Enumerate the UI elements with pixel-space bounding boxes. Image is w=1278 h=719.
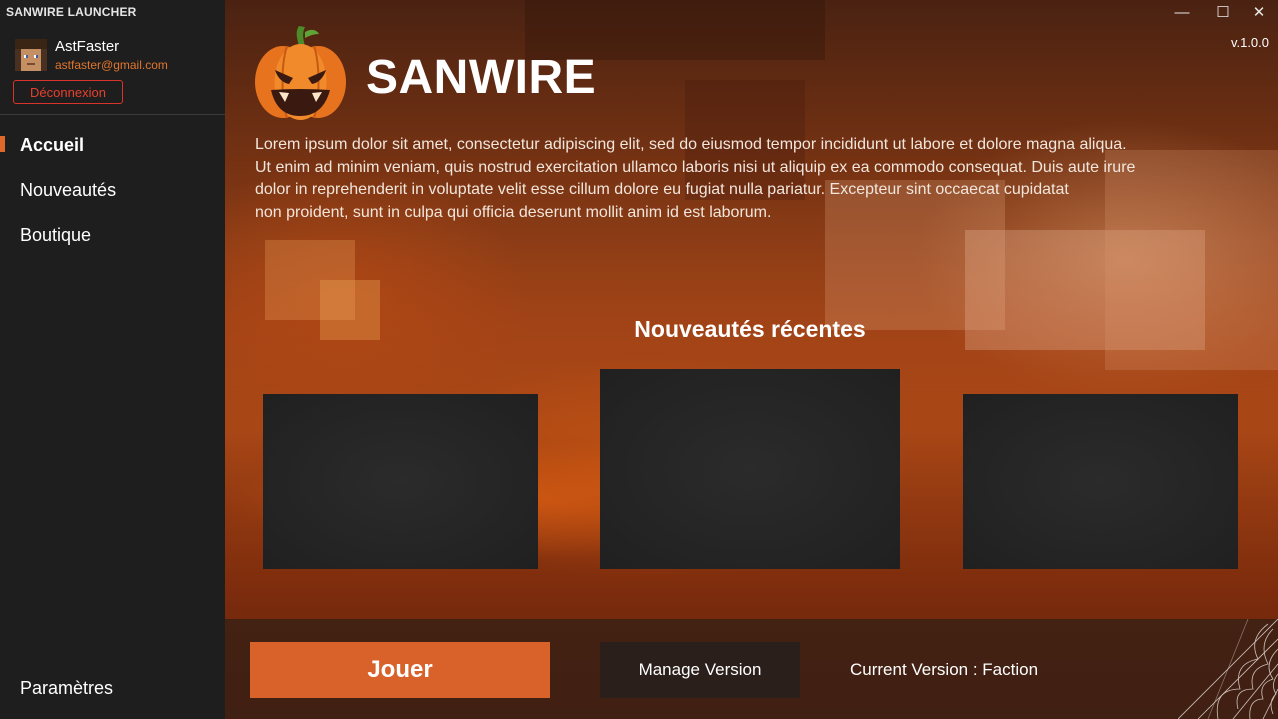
news-section-title: Nouveautés récentes [634,316,866,342]
sidebar-item-accueil[interactable]: Accueil [20,135,84,156]
cobweb-icon [1178,619,1278,719]
news-card[interactable] [263,394,538,569]
sidebar-item-parametres[interactable]: Paramètres [20,678,113,699]
avatar [15,39,47,71]
logout-button[interactable]: Déconnexion [13,80,123,104]
close-button[interactable]: ✕ [1241,0,1277,24]
brand-title: SANWIRE [366,51,597,104]
minimize-icon: — [1174,3,1190,21]
pumpkin-icon [255,26,346,120]
sidebar-item-boutique[interactable]: Boutique [20,225,91,246]
description-line: Lorem ipsum dolor sit amet, consectetur … [255,136,1127,153]
description-line: non proident, sunt in culpa qui officia … [255,203,772,221]
launcher-window: SANWIRE LAUNCHER — ☐ ✕ AstFaster astfast… [0,0,1278,719]
background-scene [225,0,1278,719]
play-button[interactable]: Jouer [250,642,550,698]
description: Lorem ipsum dolor sit amet, consectetur … [255,134,1255,224]
manage-version-button[interactable]: Manage Version [600,642,800,698]
version-label: v.1.0.0 [1230,35,1269,50]
active-indicator [0,136,5,152]
description-line: dolor in reprehenderit in voluptate veli… [255,181,1069,198]
news-card[interactable] [600,369,900,569]
maximize-icon: ☐ [1216,4,1230,21]
close-icon: ✕ [1252,4,1266,21]
description-line: Ut enim ad minim veniam, quis nostrud ex… [255,158,1136,176]
sidebar-divider [0,114,225,115]
maximize-button[interactable]: ☐ [1205,0,1241,24]
logout-label: Déconnexion [30,84,106,100]
play-label: Jouer [367,656,433,683]
sidebar: AstFaster astfaster@gmail.com Déconnexio… [0,24,225,719]
sidebar-item-nouveautes[interactable]: Nouveautés [20,180,116,201]
manage-version-label: Manage Version [638,660,762,679]
title-bar: SANWIRE LAUNCHER — ☐ ✕ [0,0,1278,24]
app-title: SANWIRE LAUNCHER [6,5,137,19]
minimize-button[interactable]: — [1164,0,1200,24]
user-email: astfaster@gmail.com [55,58,168,72]
current-version-label: Current Version : Faction [850,660,1039,679]
username: AstFaster [55,38,120,55]
news-card[interactable] [963,394,1238,569]
